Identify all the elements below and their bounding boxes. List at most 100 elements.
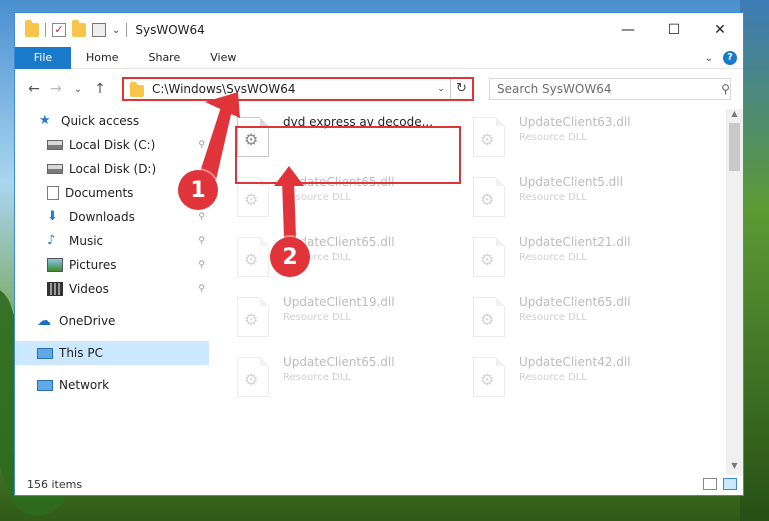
minimize-button[interactable]: — bbox=[605, 13, 651, 47]
expand-ribbon-icon[interactable]: ⌄ bbox=[705, 53, 713, 64]
file-name: UpdateClient65.dll bbox=[283, 355, 395, 369]
ribbon-tabs: File Home Share View ⌄ ? bbox=[15, 46, 743, 69]
sidebar-item-this-pc[interactable]: This PC bbox=[15, 341, 209, 365]
gear-icon: ⚙ bbox=[480, 250, 495, 269]
search-icon[interactable]: ⚲ bbox=[710, 82, 730, 96]
window-title: SysWOW64 bbox=[135, 23, 205, 37]
vertical-scrollbar[interactable]: ▲ ▼ bbox=[726, 109, 743, 475]
search-box[interactable]: Search SysWOW64 ⚲ bbox=[489, 78, 731, 100]
forward-button[interactable]: → bbox=[45, 81, 67, 97]
sidebar-item-label: Music bbox=[69, 234, 104, 248]
callout-step-2: 2 bbox=[270, 237, 310, 277]
navigation-bar: ← → ⌄ ↑ C:\Windows\SysWOW64 ⌄ ↻ Search S… bbox=[15, 69, 743, 109]
pictures-icon bbox=[47, 258, 63, 272]
file-type: Resource DLL bbox=[519, 312, 587, 323]
sidebar-item-music[interactable]: ♪ Music ⚲ bbox=[15, 229, 209, 253]
music-icon: ♪ bbox=[47, 233, 56, 248]
videos-icon bbox=[47, 282, 63, 296]
dll-file-icon: ⚙ bbox=[473, 117, 505, 157]
pin-icon: ⚲ bbox=[198, 236, 205, 246]
close-button[interactable]: ✕ bbox=[697, 13, 743, 47]
dll-file-icon: ⚙ bbox=[473, 357, 505, 397]
sidebar-item-label: This PC bbox=[59, 346, 103, 360]
disk-icon bbox=[47, 140, 63, 150]
sidebar-item-label: Documents bbox=[65, 186, 134, 200]
status-bar: 156 items bbox=[15, 473, 743, 495]
file-item[interactable]: ⚙ UpdateClient21.dll Resource DLL bbox=[473, 233, 631, 289]
callout-step-1: 1 bbox=[178, 170, 218, 210]
sidebar-item-label: Downloads bbox=[69, 210, 135, 224]
star-icon: ★ bbox=[39, 113, 51, 128]
address-path[interactable]: C:\Windows\SysWOW64 bbox=[152, 82, 432, 96]
sidebar-item-local-disk-c[interactable]: Local Disk (C:) ⚲ bbox=[15, 133, 209, 157]
sidebar-item-label: OneDrive bbox=[59, 314, 116, 328]
sidebar-item-label: Network bbox=[59, 378, 110, 392]
dll-file-icon: ⚙ bbox=[237, 237, 269, 277]
sidebar-item-onedrive[interactable]: ☁ OneDrive bbox=[15, 309, 209, 333]
address-dropdown-icon[interactable]: ⌄ bbox=[432, 84, 450, 94]
file-item[interactable]: ⚙ UpdateClient19.dll Resource DLL bbox=[237, 293, 395, 349]
file-name: UpdateClient63.dll bbox=[519, 115, 631, 129]
tab-view[interactable]: View bbox=[195, 51, 251, 64]
folder-icon bbox=[25, 20, 39, 37]
details-view-icon[interactable] bbox=[703, 478, 717, 490]
new-folder-icon[interactable] bbox=[72, 20, 86, 37]
refresh-icon[interactable]: ↻ bbox=[450, 79, 472, 99]
dll-file-icon: ⚙ bbox=[473, 177, 505, 217]
file-item[interactable]: ⚙ UpdateClient65.dll Resource DLL bbox=[237, 233, 395, 289]
file-name: UpdateClient5.dll bbox=[519, 175, 623, 189]
large-icons-view-icon[interactable] bbox=[723, 478, 737, 490]
gear-icon: ⚙ bbox=[244, 190, 259, 209]
sidebar-item-network[interactable]: Network bbox=[15, 373, 209, 397]
file-item[interactable]: ⚙ UpdateClient65.dll Resource DLL bbox=[473, 293, 631, 349]
gear-icon: ⚙ bbox=[480, 310, 495, 329]
disk-icon bbox=[47, 164, 63, 174]
file-type: Resource DLL bbox=[519, 372, 587, 383]
dll-file-icon: ⚙ bbox=[237, 297, 269, 337]
scroll-up-icon[interactable]: ▲ bbox=[726, 109, 743, 123]
gear-icon: ⚙ bbox=[244, 250, 259, 269]
sidebar-item-downloads[interactable]: ⬇ Downloads ⚲ bbox=[15, 205, 209, 229]
recent-locations-button[interactable]: ⌄ bbox=[67, 84, 89, 95]
maximize-button[interactable]: ☐ bbox=[651, 13, 697, 47]
gear-icon: ⚙ bbox=[244, 370, 259, 389]
pin-icon: ⚲ bbox=[198, 284, 205, 294]
pin-icon: ⚲ bbox=[198, 260, 205, 270]
file-item[interactable]: ⚙ UpdateClient5.dll Resource DLL bbox=[473, 173, 623, 229]
highlight-box-file bbox=[235, 126, 461, 184]
chevron-down-icon[interactable]: ⌄ bbox=[112, 25, 120, 36]
ribbon-right-controls: ⌄ ? bbox=[705, 51, 737, 65]
file-item[interactable]: ⚙ UpdateClient65.dll Resource DLL bbox=[237, 353, 395, 409]
sidebar-item-label: Pictures bbox=[69, 258, 117, 272]
sidebar-item-label: Quick access bbox=[61, 114, 140, 128]
tab-share[interactable]: Share bbox=[133, 51, 195, 64]
address-bar[interactable]: C:\Windows\SysWOW64 ⌄ ↻ bbox=[122, 77, 474, 101]
sidebar-item-local-disk-d[interactable]: Local Disk (D:) bbox=[15, 157, 209, 181]
gear-icon: ⚙ bbox=[480, 190, 495, 209]
sidebar-item-label: Local Disk (C:) bbox=[69, 138, 156, 152]
tab-home[interactable]: Home bbox=[71, 51, 133, 64]
file-type: Resource DLL bbox=[519, 132, 587, 143]
tab-file[interactable]: File bbox=[15, 46, 71, 69]
file-name: UpdateClient65.dll bbox=[519, 295, 631, 309]
properties-check-icon[interactable]: ✓ bbox=[52, 23, 66, 37]
sidebar-item-pictures[interactable]: Pictures ⚲ bbox=[15, 253, 209, 277]
customize-toolbar-icon[interactable] bbox=[92, 23, 106, 37]
file-item[interactable]: ⚙ UpdateClient42.dll Resource DLL bbox=[473, 353, 631, 409]
back-button[interactable]: ← bbox=[23, 81, 45, 97]
help-icon[interactable]: ? bbox=[723, 51, 737, 65]
search-input[interactable]: Search SysWOW64 bbox=[497, 82, 710, 96]
network-icon bbox=[37, 379, 53, 391]
sidebar-item-quick-access[interactable]: ★ Quick access bbox=[15, 109, 209, 133]
window-controls: — ☐ ✕ bbox=[605, 13, 743, 47]
up-button[interactable]: ↑ bbox=[89, 81, 111, 97]
pin-icon: ⚲ bbox=[198, 212, 205, 222]
file-type: Resource DLL bbox=[519, 192, 587, 203]
folder-icon bbox=[130, 81, 144, 97]
toolbar-separator bbox=[126, 23, 128, 37]
sidebar-item-videos[interactable]: Videos ⚲ bbox=[15, 277, 209, 301]
gear-icon: ⚙ bbox=[480, 370, 495, 389]
scroll-thumb[interactable] bbox=[729, 123, 740, 171]
sidebar-item-label: Videos bbox=[69, 282, 109, 296]
file-item[interactable]: ⚙ UpdateClient63.dll Resource DLL bbox=[473, 113, 631, 169]
